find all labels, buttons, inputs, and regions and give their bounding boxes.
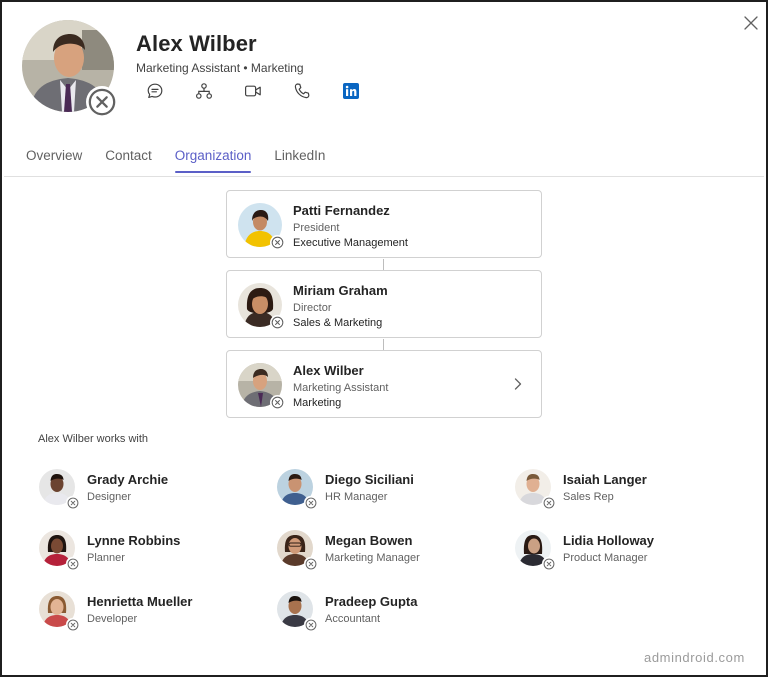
linkedin-icon <box>343 83 359 99</box>
list-item[interactable]: Lidia Holloway Product Manager <box>515 530 735 574</box>
person-name: Isaiah Langer <box>563 472 647 487</box>
presence-unknown-icon <box>66 496 79 509</box>
list-item[interactable]: Megan Bowen Marketing Manager <box>277 530 497 574</box>
org-chart-button[interactable] <box>195 82 213 100</box>
org-person-title: President <box>293 222 340 234</box>
tab-organization[interactable]: Organization <box>174 148 251 173</box>
close-button[interactable] <box>740 12 762 34</box>
person-name: Pradeep Gupta <box>325 594 418 609</box>
list-item[interactable]: Isaiah Langer Sales Rep <box>515 469 735 513</box>
chat-button[interactable] <box>146 82 164 100</box>
org-card-self[interactable]: Alex Wilber Marketing Assistant Marketin… <box>226 350 542 418</box>
tab-overview[interactable]: Overview <box>26 148 82 173</box>
tab-linkedin[interactable]: LinkedIn <box>274 148 325 173</box>
profile-tabs: Overview Contact Organization LinkedIn <box>26 148 348 173</box>
org-chart-icon <box>195 83 213 99</box>
person-role: HR Manager <box>325 491 388 503</box>
linkedin-button[interactable] <box>342 82 360 100</box>
list-item[interactable]: Pradeep Gupta Accountant <box>277 591 497 635</box>
profile-card-window: Alex Wilber Marketing Assistant • Market… <box>0 0 768 677</box>
profile-name: Alex Wilber <box>136 31 257 56</box>
org-card-manager[interactable]: Miriam Graham Director Sales & Marketing <box>226 270 542 338</box>
org-person-department: Marketing <box>293 397 342 409</box>
presence-unknown-icon <box>304 618 317 631</box>
org-person-department: Executive Management <box>293 237 408 249</box>
presence-unknown-icon <box>304 496 317 509</box>
org-person-name: Alex Wilber <box>293 363 364 378</box>
person-name: Diego Siciliani <box>325 472 414 487</box>
person-name: Grady Archie <box>87 472 169 487</box>
list-item[interactable]: Henrietta Mueller Developer <box>39 591 259 635</box>
presence-unknown-icon <box>270 395 285 410</box>
tab-contact[interactable]: Contact <box>105 148 152 173</box>
presence-unknown-icon <box>542 496 555 509</box>
video-call-button[interactable] <box>244 82 262 100</box>
presence-unknown-icon <box>542 557 555 570</box>
person-role: Developer <box>87 613 138 625</box>
person-role: Accountant <box>325 613 381 625</box>
person-name: Henrietta Mueller <box>87 594 193 609</box>
video-call-icon <box>245 85 261 97</box>
expand-reports-button[interactable] <box>511 374 525 394</box>
list-item[interactable]: Diego Siciliani HR Manager <box>277 469 497 513</box>
list-item[interactable]: Lynne Robbins Planner <box>39 530 259 574</box>
list-item[interactable]: Grady Archie Designer <box>39 469 259 513</box>
watermark: admindroid.com <box>644 650 745 665</box>
presence-unknown-icon <box>66 557 79 570</box>
presence-unknown-icon <box>66 618 79 631</box>
person-name: Lidia Holloway <box>563 533 655 548</box>
tab-divider <box>4 176 764 177</box>
org-person-name: Patti Fernandez <box>293 203 390 218</box>
presence-unknown-icon <box>270 315 285 330</box>
org-person-name: Miriam Graham <box>293 283 388 298</box>
person-name: Lynne Robbins <box>87 533 181 548</box>
org-person-title: Director <box>293 302 332 314</box>
quick-actions <box>146 82 391 100</box>
audio-call-button[interactable] <box>293 82 311 100</box>
profile-subtitle: Marketing Assistant • Marketing <box>136 61 304 75</box>
chat-icon <box>147 83 163 98</box>
org-card-manager-top[interactable]: Patti Fernandez President Executive Mana… <box>226 190 542 258</box>
presence-unknown-icon <box>270 235 285 250</box>
org-person-title: Marketing Assistant <box>293 382 389 394</box>
chevron-right-icon <box>514 378 522 390</box>
person-role: Marketing Manager <box>325 552 420 564</box>
person-role: Designer <box>87 491 132 503</box>
phone-call-icon <box>294 83 310 99</box>
person-role: Planner <box>87 552 125 564</box>
works-with-heading: Alex Wilber works with <box>38 433 149 445</box>
org-person-department: Sales & Marketing <box>293 317 383 329</box>
person-name: Megan Bowen <box>325 533 413 548</box>
person-role: Sales Rep <box>563 491 614 503</box>
presence-unknown-icon <box>86 86 118 118</box>
person-role: Product Manager <box>563 552 648 564</box>
presence-unknown-icon <box>304 557 317 570</box>
close-icon <box>744 16 758 30</box>
